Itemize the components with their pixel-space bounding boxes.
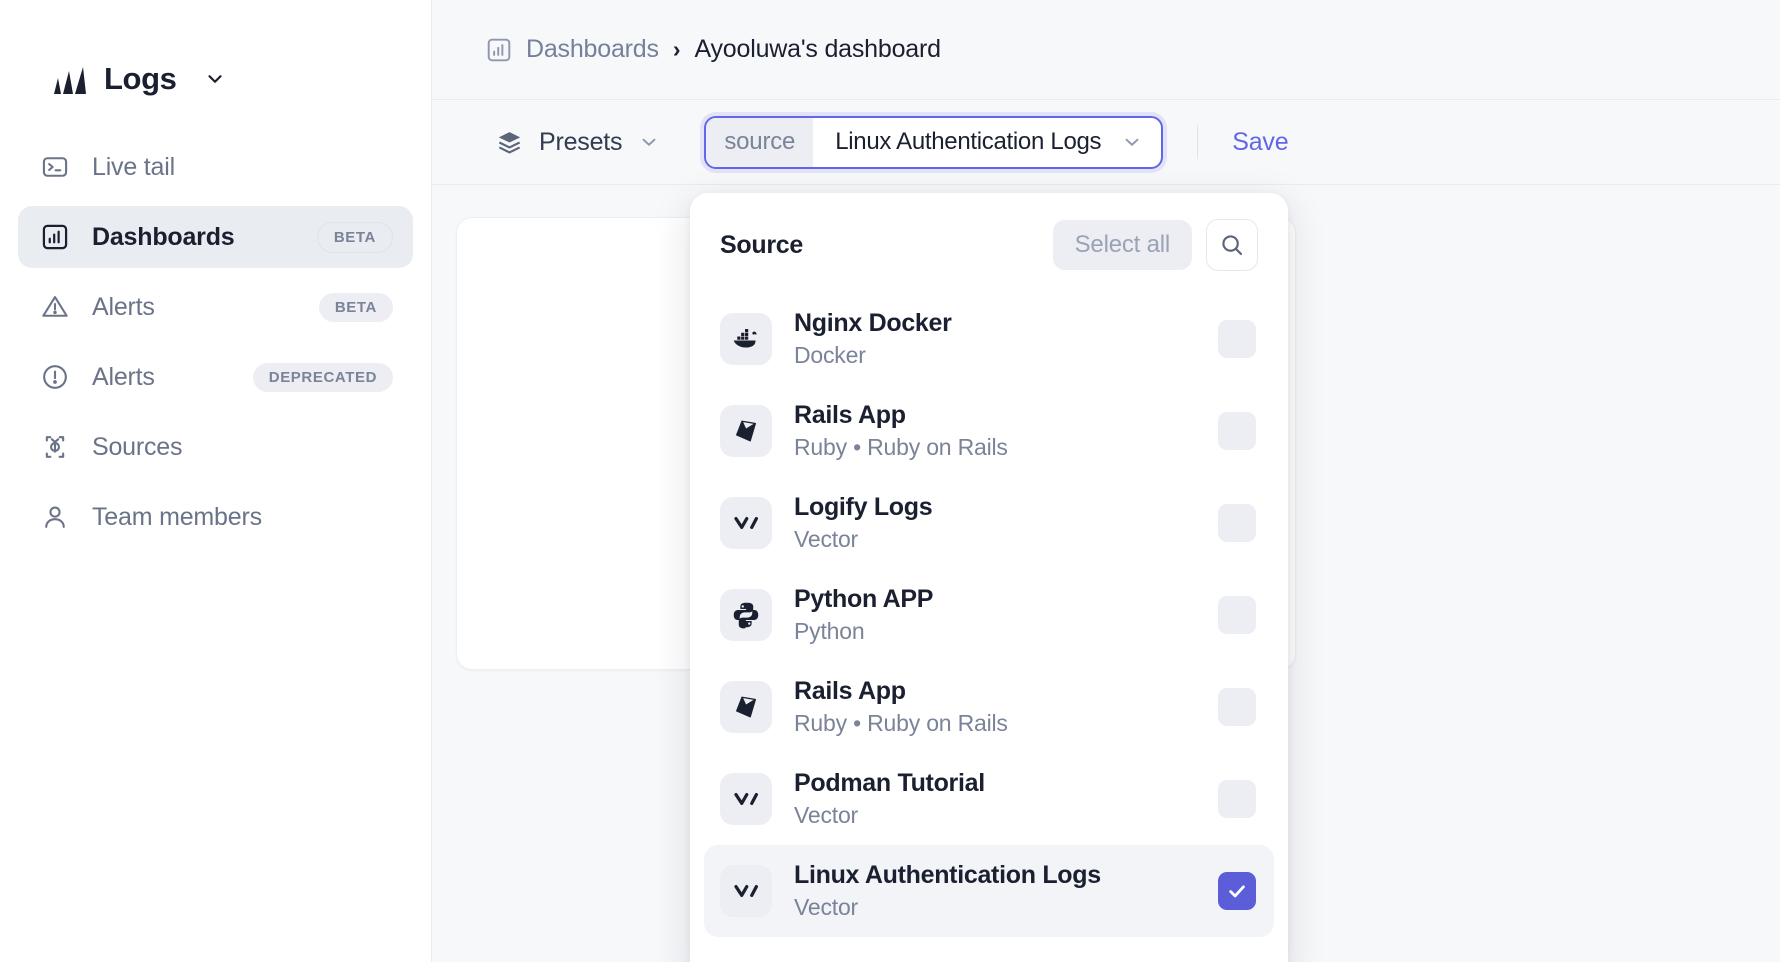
source-subtitle: Docker [794, 342, 866, 368]
alert-circle-icon [40, 362, 70, 392]
source-checkbox[interactable] [1218, 688, 1256, 726]
search-button[interactable] [1206, 219, 1258, 271]
page-title: Ayooluwa's dashboard [694, 35, 941, 63]
source-options-list: Nginx Docker Docker Rails App Ruby • Rub… [690, 285, 1288, 937]
breadcrumb-separator: › [672, 36, 681, 62]
source-name: Rails App [794, 401, 906, 429]
select-all-button[interactable]: Select all [1052, 220, 1192, 270]
source-subtitle: Ruby • Ruby on Rails [794, 434, 1008, 460]
source-checkbox[interactable] [1218, 320, 1256, 358]
source-checkbox[interactable] [1218, 780, 1256, 818]
presets-label: Presets [539, 127, 623, 156]
source-subtitle: Vector [794, 526, 859, 552]
check-icon [1226, 880, 1248, 902]
status-badge: BETA [316, 221, 393, 253]
list-item-text: Python APP Python [794, 585, 933, 645]
brand-name: Logs [104, 61, 177, 96]
ruby-icon [720, 405, 772, 457]
list-item-text: Logify Logs Vector [794, 493, 933, 553]
python-icon [720, 589, 772, 641]
list-item[interactable]: Logify Logs Vector [704, 477, 1274, 569]
sidebar-item-label: Team members [92, 502, 262, 531]
vector-icon [720, 497, 772, 549]
breadcrumb: Dashboards › Ayooluwa's dashboard [432, 0, 1780, 100]
status-badge: BETA [318, 292, 393, 322]
sidebar-item-label: Sources [92, 432, 183, 461]
source-dropdown-panel: Source Select all Nginx Docker Docker Ra… [690, 193, 1288, 962]
sidebar-item-live-tail[interactable]: Live tail [18, 136, 413, 198]
logtail-logo-icon [52, 62, 88, 96]
save-button[interactable]: Save [1232, 128, 1288, 157]
warning-triangle-icon [40, 292, 70, 322]
list-item-text: Rails App Ruby • Ruby on Rails [794, 677, 1008, 737]
source-name: Rails App [794, 677, 906, 705]
brand-switcher[interactable]: Logs [0, 0, 431, 118]
source-subtitle: Vector [794, 802, 859, 828]
user-icon [40, 502, 70, 532]
sidebar-nav: Live tail Dashboards BETA Alerts BETA Al… [0, 118, 431, 548]
breadcrumb-parent[interactable]: Dashboards [486, 35, 659, 64]
filter-value[interactable]: Linux Authentication Logs [813, 118, 1161, 167]
sidebar-item-alerts-beta[interactable]: Alerts BETA [18, 276, 413, 338]
terminal-icon [40, 152, 70, 182]
list-item[interactable]: Nginx Docker Docker [704, 293, 1274, 385]
source-name: Logify Logs [794, 493, 933, 521]
source-checkbox[interactable] [1218, 596, 1256, 634]
breadcrumb-parent-label: Dashboards [526, 35, 659, 63]
list-item[interactable]: Linux Authentication Logs Vector [704, 845, 1274, 937]
dropdown-title: Source [720, 230, 803, 259]
list-item-text: Rails App Ruby • Ruby on Rails [794, 401, 1008, 461]
ruby-icon [720, 681, 772, 733]
filter-value-label: Linux Authentication Logs [835, 128, 1102, 155]
filter-toolbar: Presets source Linux Authentication Logs… [432, 100, 1780, 185]
chevron-down-icon [1121, 131, 1143, 153]
sidebar-item-label: Alerts [92, 362, 155, 391]
source-checkbox[interactable] [1218, 504, 1256, 542]
vector-icon [720, 865, 772, 917]
chevron-down-icon [638, 131, 660, 153]
sidebar-item-team-members[interactable]: Team members [18, 486, 413, 548]
sidebar-item-label: Alerts [92, 292, 155, 321]
source-name: Python APP [794, 585, 934, 613]
list-item[interactable]: Rails App Ruby • Ruby on Rails [704, 661, 1274, 753]
sidebar-item-sources[interactable]: Sources [18, 416, 413, 478]
search-icon [1219, 232, 1245, 258]
dropdown-header: Source Select all [690, 193, 1288, 285]
list-item[interactable]: Rails App Ruby • Ruby on Rails [704, 385, 1274, 477]
app-root: Logs Live tail Dashboards BETA Alerts BE… [0, 0, 1780, 962]
source-name: Podman Tutorial [794, 769, 985, 797]
source-subtitle: Vector [794, 894, 859, 920]
sources-node-icon [40, 432, 70, 462]
list-item-text: Podman Tutorial Vector [794, 769, 985, 829]
bar-chart-icon [486, 37, 512, 63]
sidebar-item-label: Dashboards [92, 222, 235, 251]
source-subtitle: Ruby • Ruby on Rails [794, 710, 1008, 736]
source-checkbox[interactable] [1218, 872, 1256, 910]
sidebar-item-alerts-deprecated[interactable]: Alerts DEPRECATED [18, 346, 413, 408]
layers-icon [496, 129, 523, 156]
bar-chart-icon [40, 222, 70, 252]
list-item-text: Linux Authentication Logs Vector [794, 861, 1101, 921]
status-badge: DEPRECATED [252, 362, 393, 392]
source-filter-pill[interactable]: source Linux Authentication Logs [704, 115, 1164, 169]
list-item[interactable]: Python APP Python [704, 569, 1274, 661]
chevron-down-icon[interactable] [204, 68, 226, 90]
list-item-text: Nginx Docker Docker [794, 309, 952, 369]
vector-icon [720, 773, 772, 825]
source-name: Nginx Docker [794, 309, 952, 337]
presets-button[interactable]: Presets [486, 120, 670, 165]
source-subtitle: Python [794, 618, 865, 644]
list-item[interactable]: Podman Tutorial Vector [704, 753, 1274, 845]
sidebar-item-label: Live tail [92, 152, 175, 181]
toolbar-divider [1197, 125, 1199, 159]
docker-icon [720, 313, 772, 365]
sidebar: Logs Live tail Dashboards BETA Alerts BE… [0, 0, 432, 962]
filter-key-label: source [706, 117, 814, 167]
sidebar-item-dashboards[interactable]: Dashboards BETA [18, 206, 413, 268]
source-name: Linux Authentication Logs [794, 861, 1101, 889]
source-checkbox[interactable] [1218, 412, 1256, 450]
